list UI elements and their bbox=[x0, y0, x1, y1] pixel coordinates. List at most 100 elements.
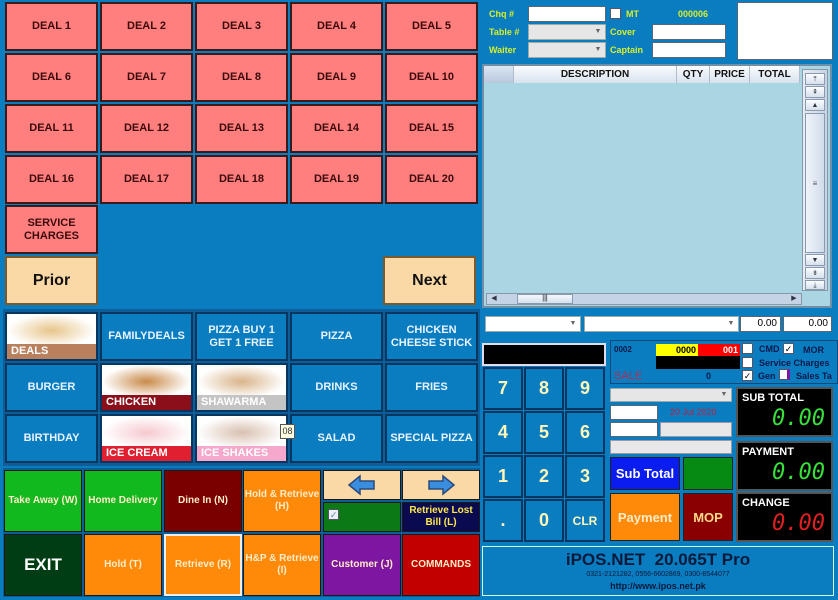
item-detail-select[interactable]: ▼ bbox=[584, 316, 739, 332]
numpad-clear-key[interactable]: CLR bbox=[565, 499, 605, 542]
category-pizza[interactable]: PIZZA bbox=[290, 312, 383, 361]
cmd-checkbox[interactable] bbox=[742, 343, 753, 354]
category-familydeals[interactable]: FAMILYDEALS bbox=[100, 312, 193, 361]
category-drinks[interactable]: DRINKS bbox=[290, 363, 383, 412]
category-fries[interactable]: FRIES bbox=[385, 363, 478, 412]
numpad-decimal-key[interactable]: . bbox=[483, 499, 523, 542]
category-burger[interactable]: BURGER bbox=[5, 363, 98, 412]
numpad-key-5[interactable]: 5 bbox=[524, 411, 564, 454]
prior-button[interactable]: Prior bbox=[5, 256, 98, 305]
item-select[interactable]: ▼ bbox=[485, 316, 581, 332]
scroll-bottom-icon[interactable]: ⤓ bbox=[805, 280, 825, 290]
column-header-total[interactable]: TOTAL bbox=[750, 66, 800, 83]
numpad-key-8[interactable]: 8 bbox=[524, 367, 564, 410]
scroll-right-icon[interactable]: ▶ bbox=[788, 294, 800, 304]
option-toggle[interactable]: ✓ bbox=[323, 502, 401, 532]
misc-input-3[interactable] bbox=[660, 422, 732, 437]
hold-retrieve-button[interactable]: Hold & Retrieve (H) bbox=[243, 470, 321, 532]
numpad-key-6[interactable]: 6 bbox=[565, 411, 605, 454]
deal-button[interactable]: DEAL 6 bbox=[5, 53, 98, 102]
deal-button[interactable]: DEAL 19 bbox=[290, 155, 383, 204]
misc-input-2[interactable] bbox=[610, 422, 658, 437]
back-arrow-button[interactable] bbox=[323, 470, 401, 500]
payment-button[interactable]: Payment bbox=[610, 493, 680, 541]
forward-arrow-button[interactable] bbox=[402, 470, 480, 500]
deal-button[interactable]: DEAL 18 bbox=[195, 155, 288, 204]
deal-button[interactable]: DEAL 11 bbox=[5, 104, 98, 153]
deal-button[interactable]: DEAL 14 bbox=[290, 104, 383, 153]
hold-button[interactable]: Hold (T) bbox=[84, 534, 162, 596]
commands-button[interactable]: COMMANDS bbox=[402, 534, 480, 596]
deal-button[interactable]: DEAL 8 bbox=[195, 53, 288, 102]
customer-button[interactable]: Customer (J) bbox=[323, 534, 401, 596]
deal-button[interactable]: DEAL 10 bbox=[385, 53, 478, 102]
category-chicken-cheese-stick[interactable]: CHICKEN CHEESE STICK bbox=[385, 312, 478, 361]
numpad-key-7[interactable]: 7 bbox=[483, 367, 523, 410]
scroll-top-icon[interactable]: ⤒ bbox=[805, 73, 825, 85]
horizontal-scrollbar[interactable]: ◀ ||| ▶ bbox=[486, 293, 802, 305]
next-button[interactable]: Next bbox=[383, 256, 476, 305]
misc-input-1[interactable] bbox=[610, 405, 658, 420]
table-select[interactable]: ▼ bbox=[528, 24, 606, 40]
category-special-pizza[interactable]: SPECIAL PIZZA bbox=[385, 414, 478, 463]
notes-area[interactable] bbox=[737, 2, 833, 60]
take-away-button[interactable]: Take Away (W) bbox=[4, 470, 82, 532]
deal-button[interactable]: DEAL 12 bbox=[100, 104, 193, 153]
category-deals[interactable]: DEALS bbox=[5, 312, 98, 361]
deal-button[interactable]: DEAL 4 bbox=[290, 2, 383, 51]
deal-button[interactable]: DEAL 7 bbox=[100, 53, 193, 102]
service-charges-checkbox[interactable] bbox=[742, 357, 753, 368]
quantity-input[interactable]: 0.00 bbox=[740, 316, 781, 332]
waiter-select[interactable]: ▼ bbox=[528, 42, 606, 58]
website-link[interactable]: http://www.ipos.net.pk bbox=[483, 581, 833, 591]
scroll-up-icon[interactable]: ▲ bbox=[805, 99, 825, 111]
sales-tax-checkbox[interactable] bbox=[779, 369, 790, 380]
exit-button[interactable]: EXIT bbox=[4, 534, 82, 596]
scroll-down-icon[interactable]: ▼ bbox=[805, 254, 825, 266]
green-action-button[interactable] bbox=[683, 457, 733, 490]
captain-input[interactable] bbox=[652, 42, 726, 58]
mor-checkbox[interactable]: ✓ bbox=[783, 343, 794, 354]
column-header-qty[interactable]: QTY bbox=[677, 66, 710, 83]
retrieve-lost-bill-button[interactable]: Retrieve Lost Bill (L) bbox=[402, 502, 480, 532]
deal-button[interactable]: DEAL 5 bbox=[385, 2, 478, 51]
chq-input[interactable] bbox=[528, 6, 606, 22]
category-chicken[interactable]: CHICKEN bbox=[100, 363, 193, 412]
category-shawarma[interactable]: SHAWARMA bbox=[195, 363, 288, 412]
deal-button[interactable]: DEAL 17 bbox=[100, 155, 193, 204]
option-checkbox[interactable]: ✓ bbox=[328, 509, 339, 520]
dine-in-button[interactable]: Dine In (N) bbox=[164, 470, 242, 532]
price-input[interactable]: 0.00 bbox=[783, 316, 832, 332]
vertical-scrollbar[interactable]: ⤒ ⇞ ▲ ≡ ▼ ⇟ ⤓ bbox=[802, 69, 828, 291]
mop-button[interactable]: MOP bbox=[683, 493, 733, 541]
numpad-key-9[interactable]: 9 bbox=[565, 367, 605, 410]
gen-checkbox[interactable]: ✓ bbox=[742, 370, 753, 381]
deal-button[interactable]: DEAL 20 bbox=[385, 155, 478, 204]
numpad-key-3[interactable]: 3 bbox=[565, 455, 605, 498]
scroll-left-icon[interactable]: ◀ bbox=[488, 294, 500, 304]
cover-input[interactable] bbox=[652, 24, 726, 40]
deal-button[interactable]: DEAL 13 bbox=[195, 104, 288, 153]
deal-button[interactable]: DEAL 2 bbox=[100, 2, 193, 51]
deal-button[interactable]: DEAL 1 bbox=[5, 2, 98, 51]
mt-checkbox[interactable] bbox=[610, 8, 621, 19]
deal-button[interactable]: DEAL 3 bbox=[195, 2, 288, 51]
deal-button[interactable]: DEAL 9 bbox=[290, 53, 383, 102]
hp-retrieve-button[interactable]: H&P & Retrieve (I) bbox=[243, 534, 321, 596]
numpad-key-0[interactable]: 0 bbox=[524, 499, 564, 542]
category-pizza-buy-1-get-1-free[interactable]: PIZZA BUY 1 GET 1 FREE bbox=[195, 312, 288, 361]
customer-select[interactable]: ▼ bbox=[610, 388, 732, 402]
category-birthday[interactable]: BIRTHDAY bbox=[5, 414, 98, 463]
category-salad[interactable]: SALAD bbox=[290, 414, 383, 463]
column-header-description[interactable]: DESCRIPTION bbox=[514, 66, 677, 83]
page-down-icon[interactable]: ⇟ bbox=[805, 267, 825, 279]
retrieve-button[interactable]: Retrieve (R) bbox=[164, 534, 242, 596]
subtotal-button[interactable]: Sub Total bbox=[610, 457, 680, 490]
service-charges-button[interactable]: SERVICE CHARGES bbox=[5, 205, 98, 254]
numpad-key-2[interactable]: 2 bbox=[524, 455, 564, 498]
deal-button[interactable]: DEAL 16 bbox=[5, 155, 98, 204]
numpad-key-1[interactable]: 1 bbox=[483, 455, 523, 498]
deal-button[interactable]: DEAL 15 bbox=[385, 104, 478, 153]
order-items-grid[interactable]: DESCRIPTION QTY PRICE TOTAL ⤒ ⇞ ▲ ≡ ▼ ⇟ … bbox=[482, 64, 832, 308]
misc-input-4[interactable] bbox=[610, 440, 732, 454]
